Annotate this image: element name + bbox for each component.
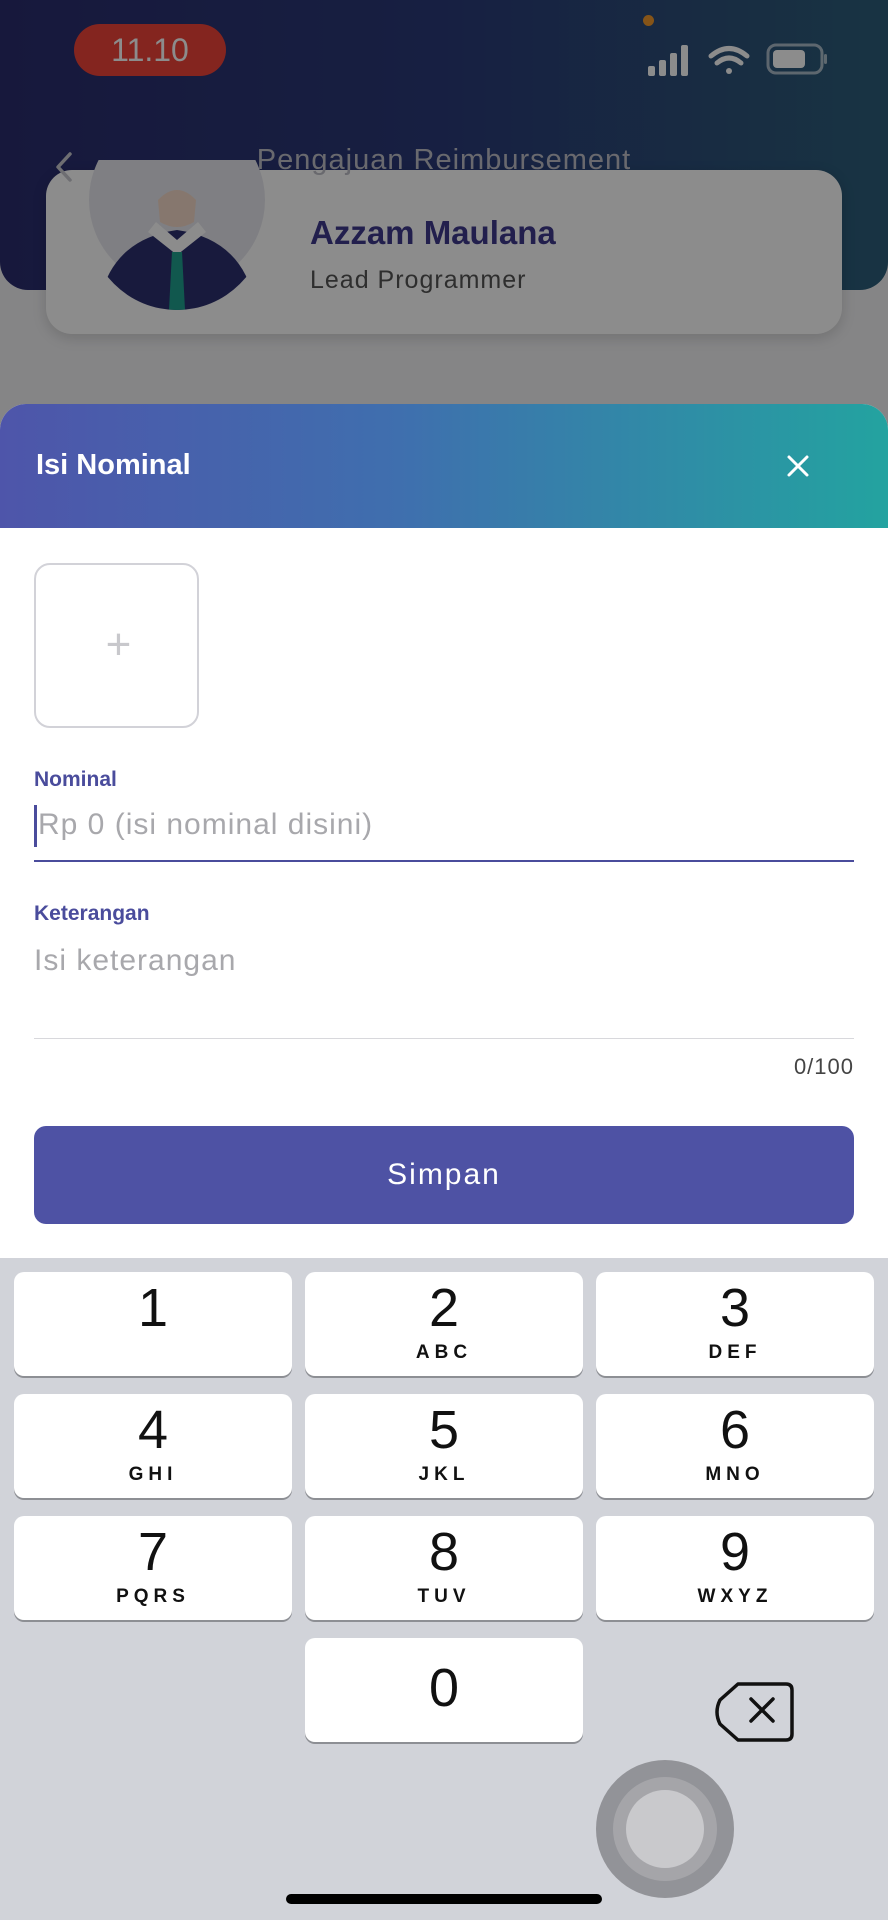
key-0[interactable]: 0 bbox=[305, 1638, 583, 1742]
key-digit: 6 bbox=[719, 1400, 751, 1460]
key-digit: 0 bbox=[428, 1658, 460, 1718]
nominal-input[interactable] bbox=[34, 802, 854, 848]
character-counter: 0/100 bbox=[793, 1054, 854, 1079]
home-indicator[interactable] bbox=[286, 1894, 602, 1904]
nominal-label: Nominal bbox=[34, 768, 117, 791]
key-digit: 1 bbox=[137, 1278, 169, 1338]
key-letters: DEF bbox=[708, 1342, 762, 1363]
close-button[interactable] bbox=[780, 448, 816, 484]
backspace-key[interactable] bbox=[596, 1660, 886, 1764]
key-digit: 7 bbox=[137, 1522, 169, 1582]
key-3[interactable]: 3 DEF bbox=[596, 1272, 874, 1376]
assistive-touch-button[interactable] bbox=[596, 1760, 734, 1898]
nominal-bottom-sheet: Isi Nominal + Nominal Keterangan 0/100 S… bbox=[0, 404, 888, 1260]
save-button[interactable]: Simpan bbox=[34, 1126, 854, 1224]
keterangan-underline bbox=[34, 1038, 854, 1039]
key-6[interactable]: 6 MNO bbox=[596, 1394, 874, 1498]
keterangan-label: Keterangan bbox=[34, 902, 150, 925]
key-letters: TUV bbox=[417, 1586, 471, 1607]
key-digit: 3 bbox=[719, 1278, 751, 1338]
close-icon bbox=[787, 455, 809, 477]
key-digit: 4 bbox=[137, 1400, 169, 1460]
sheet-header: Isi Nominal bbox=[0, 404, 888, 528]
key-digit: 5 bbox=[428, 1400, 460, 1460]
sheet-title: Isi Nominal bbox=[36, 449, 191, 481]
key-letters: JKL bbox=[418, 1464, 470, 1485]
key-letters: WXYZ bbox=[697, 1586, 773, 1607]
key-5[interactable]: 5 JKL bbox=[305, 1394, 583, 1498]
key-digit: 9 bbox=[719, 1522, 751, 1582]
key-digit: 8 bbox=[428, 1522, 460, 1582]
key-letters: ABC bbox=[415, 1342, 473, 1363]
plus-icon: + bbox=[105, 620, 132, 669]
key-letters: PQRS bbox=[116, 1586, 190, 1607]
nominal-underline bbox=[34, 860, 854, 862]
keterangan-input[interactable] bbox=[34, 938, 854, 984]
key-letters: MNO bbox=[705, 1464, 765, 1485]
delete-left-icon bbox=[715, 1682, 794, 1742]
upload-photo-button[interactable]: + bbox=[34, 563, 199, 728]
key-1[interactable]: 1 bbox=[14, 1272, 292, 1376]
key-letters: GHI bbox=[128, 1464, 178, 1485]
key-7[interactable]: 7 PQRS bbox=[14, 1516, 292, 1620]
key-9[interactable]: 9 WXYZ bbox=[596, 1516, 874, 1620]
key-2[interactable]: 2 ABC bbox=[305, 1272, 583, 1376]
key-8[interactable]: 8 TUV bbox=[305, 1516, 583, 1620]
numeric-keyboard: 1 2 ABC 3 DEF 4 GHI 5 JKL 6 MNO 7 PQRS 8… bbox=[0, 1258, 888, 1920]
key-digit: 2 bbox=[428, 1278, 460, 1338]
text-caret bbox=[34, 805, 37, 847]
key-4[interactable]: 4 GHI bbox=[14, 1394, 292, 1498]
